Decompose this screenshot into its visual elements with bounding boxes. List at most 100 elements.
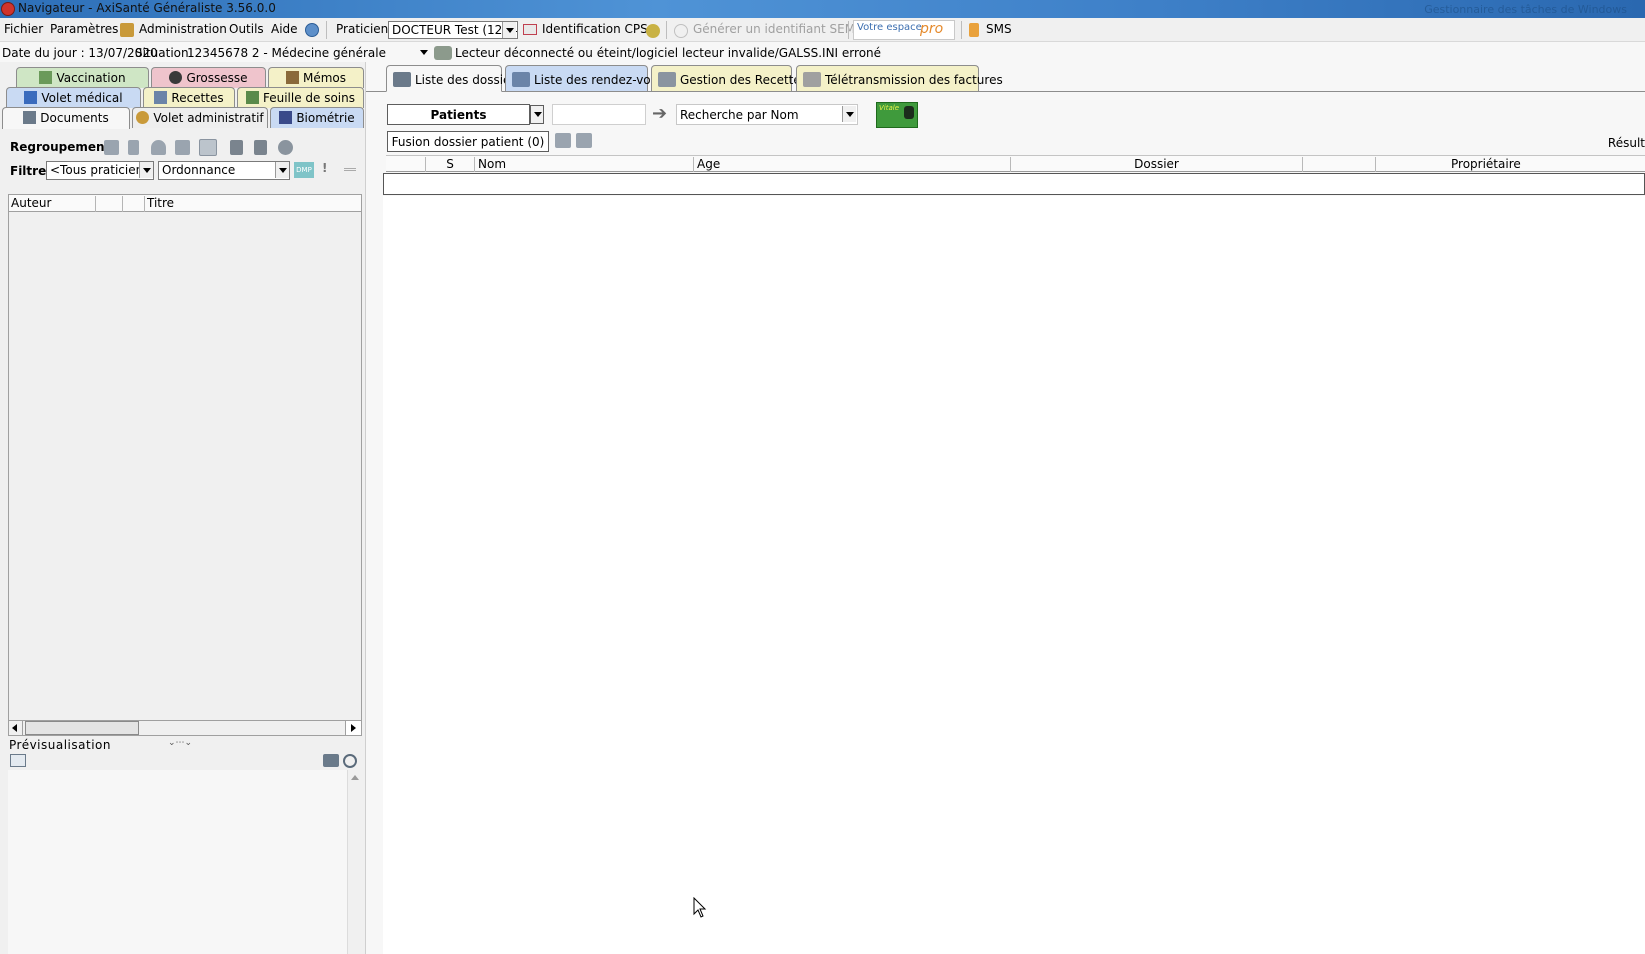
envelope-icon xyxy=(803,72,821,87)
person-icon xyxy=(136,111,150,124)
praticien-dropdown-button[interactable] xyxy=(502,22,516,38)
folder-icon xyxy=(23,111,37,124)
situation-value[interactable]: 12345678 2 - Médecine générale xyxy=(187,46,386,60)
syringe-icon xyxy=(39,71,53,84)
merge-icon[interactable] xyxy=(555,133,571,148)
merge-history-icon[interactable] xyxy=(576,133,592,148)
column-titre[interactable]: Titre xyxy=(145,196,361,212)
group-by-person-icon[interactable] xyxy=(151,140,166,155)
menu-aide[interactable]: Aide xyxy=(271,22,298,36)
patients-button[interactable]: Patients xyxy=(387,104,530,125)
refresh-icon[interactable] xyxy=(278,140,293,155)
collapse-all-icon[interactable] xyxy=(254,140,267,155)
background-window-text: Gestionnaire des tâches de Windows xyxy=(1424,3,1627,16)
fullscreen-icon[interactable] xyxy=(10,754,26,767)
dmp-button[interactable]: DMP xyxy=(294,162,314,178)
tab-biometrie[interactable]: Biométrie xyxy=(270,107,364,128)
tab-volet-administratif[interactable]: Volet administratif xyxy=(132,107,268,128)
status-icon xyxy=(646,24,660,38)
preview-scrollbar[interactable] xyxy=(347,770,362,954)
biometrie-icon xyxy=(279,111,293,124)
tab-feuille-de-soins[interactable]: Feuille de soins xyxy=(237,87,364,108)
print-icon[interactable] xyxy=(323,754,339,767)
search-input[interactable] xyxy=(552,104,646,125)
pregnancy-icon xyxy=(169,71,183,84)
splitter-handle-icon[interactable]: ⌄⋯⌄ xyxy=(168,738,192,748)
scroll-right-arrow-icon[interactable] xyxy=(345,721,361,735)
sms-button[interactable]: SMS xyxy=(986,22,1012,36)
tab-liste-des-dossiers[interactable]: Liste des dossiers xyxy=(386,65,522,92)
menu-outils[interactable]: Outils xyxy=(229,22,264,36)
type-filter[interactable]: Ordonnance xyxy=(158,161,290,180)
previsualisation-label: Prévisualisation xyxy=(9,738,111,752)
tab-volet-medical[interactable]: Volet médical xyxy=(6,87,141,108)
list-icon[interactable] xyxy=(344,168,356,171)
tab-gestion-des-recettes[interactable]: Gestion des Recettes xyxy=(651,65,807,91)
menu-fichier[interactable]: Fichier xyxy=(4,22,43,36)
document-list-scrollbar[interactable] xyxy=(8,720,362,736)
tab-memos[interactable]: Mémos xyxy=(268,67,364,88)
card-reader-icon xyxy=(434,46,452,60)
patient-grid[interactable] xyxy=(383,196,1645,954)
column-blank-2[interactable] xyxy=(123,196,145,212)
tab-documents[interactable]: Documents xyxy=(2,107,130,129)
calculator-icon xyxy=(658,72,676,87)
window-titlebar: Navigateur - AxiSanté Généraliste 3.56.0… xyxy=(0,0,1645,18)
group-by-month-icon[interactable] xyxy=(199,139,217,156)
menu-administration[interactable]: Administration xyxy=(139,22,227,36)
column-dossier[interactable]: Dossier xyxy=(1011,157,1303,172)
column-select[interactable] xyxy=(386,157,426,172)
arrow-right-icon: ➔ xyxy=(652,103,668,124)
espace-pro-text: Votre espace xyxy=(857,22,922,33)
expand-all-icon[interactable] xyxy=(230,140,243,155)
zoom-icon[interactable] xyxy=(343,754,357,768)
column-auteur[interactable]: Auteur xyxy=(9,196,96,212)
feuille-icon xyxy=(245,91,259,104)
column-blank-1[interactable] xyxy=(96,196,123,212)
column-nom[interactable]: Nom xyxy=(475,157,694,172)
document-list[interactable] xyxy=(8,212,362,720)
calendar-icon xyxy=(512,72,530,87)
espace-pro-button[interactable]: Votre espace pro xyxy=(853,20,955,40)
phone-icon xyxy=(969,23,979,37)
vitale-label: Vitale xyxy=(879,104,900,112)
praticien-select[interactable]: DOCTEUR Test (1234 xyxy=(388,21,518,39)
group-by-date-icon[interactable] xyxy=(104,140,119,155)
espace-pro-logo: pro xyxy=(920,21,944,37)
group-by-tree-icon[interactable] xyxy=(128,140,139,155)
tab-grossesse[interactable]: Grossesse xyxy=(151,67,266,88)
column-s[interactable]: S xyxy=(426,157,475,172)
document-list-header: Auteur Titre xyxy=(8,194,362,212)
sema-icon xyxy=(674,24,688,38)
search-mode-select[interactable]: Recherche par Nom xyxy=(676,104,858,125)
tab-recettes[interactable]: Recettes xyxy=(143,87,235,108)
patients-dropdown-button[interactable] xyxy=(530,105,544,124)
search-mode-dropdown[interactable] xyxy=(842,106,856,122)
info-bar: Date du jour : 13/07/2020 Situation 1234… xyxy=(0,42,1645,62)
vitale-card-button[interactable]: Vitale xyxy=(876,102,918,128)
tab-liste-des-rendez-vous[interactable]: Liste des rendez-vous xyxy=(505,65,665,91)
type-filter-dropdown[interactable] xyxy=(275,162,289,178)
column-blank[interactable] xyxy=(1303,157,1376,172)
scroll-thumb[interactable] xyxy=(25,721,139,735)
fusion-dossier-button[interactable]: Fusion dossier patient (0) xyxy=(387,131,549,152)
menu-bar: Fichier Paramètres Administration Outils… xyxy=(0,18,1645,42)
menu-parametres[interactable]: Paramètres xyxy=(50,22,118,36)
scroll-left-arrow-icon[interactable] xyxy=(9,721,23,735)
alert-icon[interactable]: ! xyxy=(322,161,327,175)
tab-vaccination[interactable]: Vaccination xyxy=(16,67,149,88)
generer-sema-button[interactable]: Générer un identifiant SEMA xyxy=(693,22,863,36)
globe-icon[interactable] xyxy=(305,23,319,37)
group-by-calendar-icon[interactable] xyxy=(175,140,190,155)
window-title: Navigateur - AxiSanté Généraliste 3.56.0… xyxy=(18,1,276,15)
column-age[interactable]: Age xyxy=(694,157,1011,172)
column-proprietaire[interactable]: Propriétaire xyxy=(1376,157,1645,172)
praticiens-filter[interactable]: <Tous praticiens> xyxy=(46,161,154,180)
praticiens-filter-dropdown[interactable] xyxy=(139,162,153,178)
praticien-label: Praticien xyxy=(336,22,389,36)
tab-teletransmission-des-factures[interactable]: Télétransmission des factures xyxy=(796,65,1003,91)
patient-grid-selected-row[interactable] xyxy=(383,173,1645,195)
identification-cps-button[interactable]: Identification CPS xyxy=(542,22,648,36)
situation-dropdown-icon[interactable] xyxy=(420,50,428,59)
resultat-label: Résult xyxy=(1607,136,1645,150)
